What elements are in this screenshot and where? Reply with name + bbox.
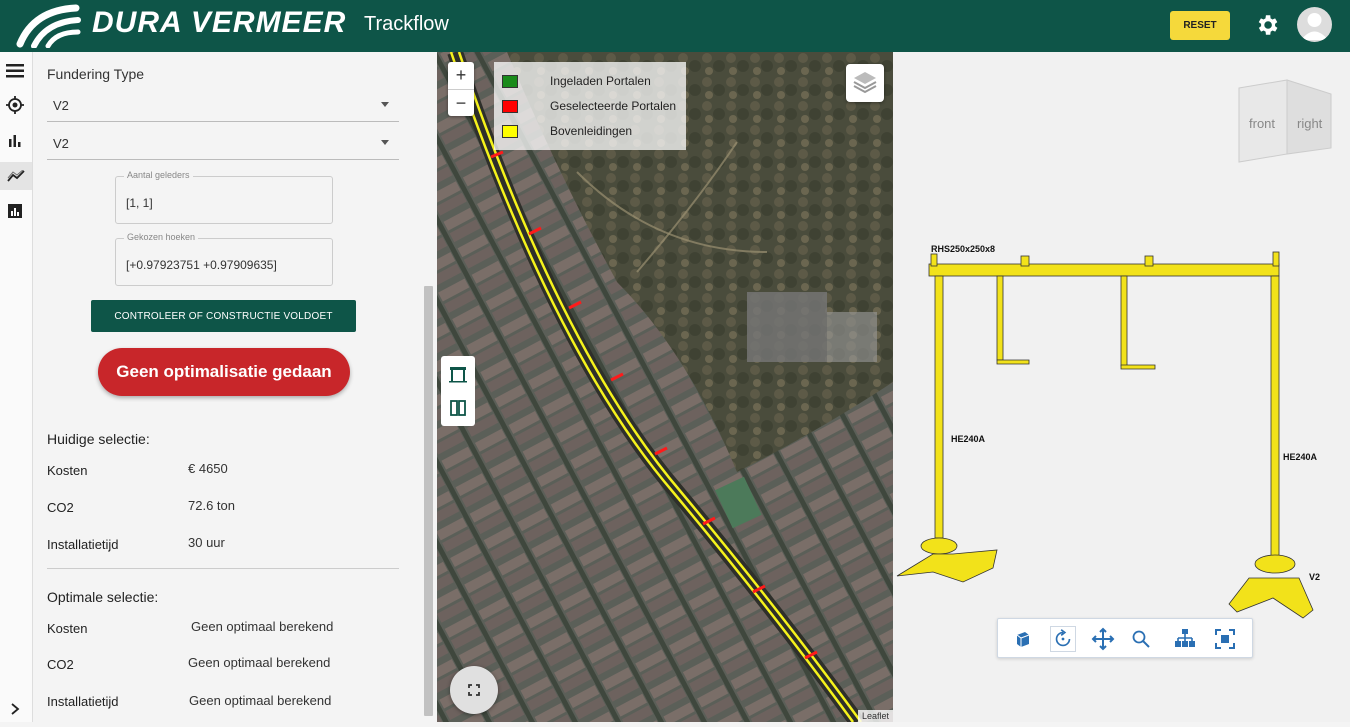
check-construction-button[interactable]: CONTROLEER OF CONSTRUCTIE VOLDOET bbox=[91, 300, 356, 332]
current-co2-value: 72.6 ton bbox=[188, 498, 235, 513]
location-target-icon[interactable] bbox=[4, 94, 26, 116]
legend-label: Geselecteerde Portalen bbox=[550, 99, 677, 113]
menu-icon[interactable] bbox=[4, 60, 26, 82]
current-kosten-value: € 4650 bbox=[188, 461, 228, 476]
fit-view-icon[interactable] bbox=[1212, 626, 1238, 652]
structure-3d-viewer[interactable]: front right RHS250x250x8 HE240A HE240A V bbox=[893, 52, 1350, 722]
layers-button[interactable] bbox=[846, 64, 884, 102]
current-co2-label: CO2 bbox=[47, 500, 74, 515]
avatar[interactable] bbox=[1297, 7, 1332, 42]
optimal-kosten-value: Geen optimaal berekend bbox=[191, 619, 334, 634]
foundation-label: V2 bbox=[1309, 572, 1320, 582]
view-cube[interactable]: front right bbox=[1238, 79, 1332, 163]
brand-name: DURA VERMEER bbox=[92, 6, 347, 39]
fundering-select-2[interactable]: V2 bbox=[47, 128, 399, 160]
cube-front-label: front bbox=[1249, 116, 1275, 131]
optimal-selection-title: Optimale selectie: bbox=[47, 589, 159, 605]
app-bar: DURA VERMEER Trackflow RESET bbox=[0, 0, 1350, 52]
aerial-imagery bbox=[437, 52, 893, 722]
compare-tool-icon[interactable] bbox=[448, 398, 468, 418]
legend-swatch-green bbox=[502, 75, 518, 88]
optimal-installatietijd-label: Installatietijd bbox=[47, 694, 119, 709]
cube-right-label: right bbox=[1297, 116, 1323, 131]
current-installatietijd-value: 30 uur bbox=[188, 535, 225, 550]
perspective-cube-icon[interactable] bbox=[1010, 626, 1036, 652]
viewer-toolbar bbox=[997, 618, 1253, 658]
fundering-type-label: Fundering Type bbox=[47, 66, 145, 82]
legend-label: Bovenleidingen bbox=[550, 124, 633, 138]
fullscreen-button[interactable] bbox=[450, 666, 498, 714]
nav-rail bbox=[0, 52, 33, 722]
map-view[interactable]: + − Ingeladen Portalen Geselecteerde Por… bbox=[437, 52, 893, 722]
hoeken-field[interactable]: Gekozen hoeken [+0.97923751 +0.97909635] bbox=[115, 232, 333, 286]
aantal-legend: Aantal geleders bbox=[124, 170, 193, 180]
gear-icon[interactable] bbox=[1254, 12, 1280, 38]
left-column-label: HE240A bbox=[951, 434, 986, 444]
aantal-value: [1, 1] bbox=[126, 196, 153, 210]
trend-line-icon[interactable] bbox=[0, 162, 32, 190]
right-column-label: HE240A bbox=[1283, 452, 1318, 462]
portal-tool-icon[interactable] bbox=[448, 364, 468, 384]
legend-label: Ingeladen Portalen bbox=[550, 74, 651, 88]
caret-down-icon bbox=[381, 102, 389, 107]
optimization-button[interactable]: Geen optimalisatie gedaan bbox=[98, 348, 350, 396]
current-installatietijd-label: Installatietijd bbox=[47, 537, 119, 552]
current-kosten-label: Kosten bbox=[47, 463, 88, 478]
select-value: V2 bbox=[53, 98, 69, 113]
legend-swatch-yellow bbox=[502, 125, 518, 138]
dura-vermeer-logo-icon bbox=[16, 4, 81, 48]
hoeken-value: [+0.97923751 +0.97909635] bbox=[126, 258, 277, 272]
caret-down-icon bbox=[381, 140, 389, 145]
optimal-kosten-label: Kosten bbox=[47, 621, 88, 636]
aantal-field[interactable]: Aantal geleders [1, 1] bbox=[115, 170, 333, 224]
optimal-co2-label: CO2 bbox=[47, 657, 74, 672]
hoeken-legend: Gekozen hoeken bbox=[124, 232, 199, 242]
fullscreen-icon bbox=[468, 684, 480, 696]
chevron-right-icon[interactable] bbox=[4, 698, 26, 720]
zoom-in-button[interactable]: + bbox=[448, 62, 474, 89]
fundering-select-1[interactable]: V2 bbox=[47, 90, 399, 122]
select-value: V2 bbox=[53, 136, 69, 151]
zoom-control: + − bbox=[448, 62, 474, 116]
zoom-icon[interactable] bbox=[1128, 626, 1154, 652]
legend-swatch-red bbox=[502, 100, 518, 113]
beam-label: RHS250x250x8 bbox=[931, 244, 995, 254]
map-legend: Ingeladen Portalen Geselecteerde Portale… bbox=[494, 62, 686, 150]
orbit-icon[interactable] bbox=[1050, 626, 1076, 652]
divider bbox=[47, 568, 399, 569]
current-selection-title: Huidige selectie: bbox=[47, 431, 150, 447]
optimal-installatietijd-value: Geen optimaal berekend bbox=[189, 693, 332, 708]
user-icon bbox=[1301, 13, 1328, 40]
settings-panel: Fundering Type V2 V2 Aantal geleders [1,… bbox=[33, 52, 437, 722]
reset-button[interactable]: RESET bbox=[1170, 11, 1230, 40]
bar-chart-icon[interactable] bbox=[4, 129, 26, 151]
layers-icon bbox=[853, 72, 877, 94]
report-chart-icon[interactable] bbox=[4, 200, 26, 222]
panel-scrollbar[interactable] bbox=[424, 286, 433, 716]
map-side-tools bbox=[441, 356, 475, 426]
map-attribution[interactable]: Leaflet bbox=[857, 710, 893, 722]
zoom-out-button[interactable]: − bbox=[448, 89, 474, 116]
pan-icon[interactable] bbox=[1090, 626, 1116, 652]
model-tree-icon[interactable] bbox=[1172, 626, 1198, 652]
app-name: Trackflow bbox=[364, 13, 449, 35]
optimal-co2-value: Geen optimaal berekend bbox=[188, 655, 331, 670]
